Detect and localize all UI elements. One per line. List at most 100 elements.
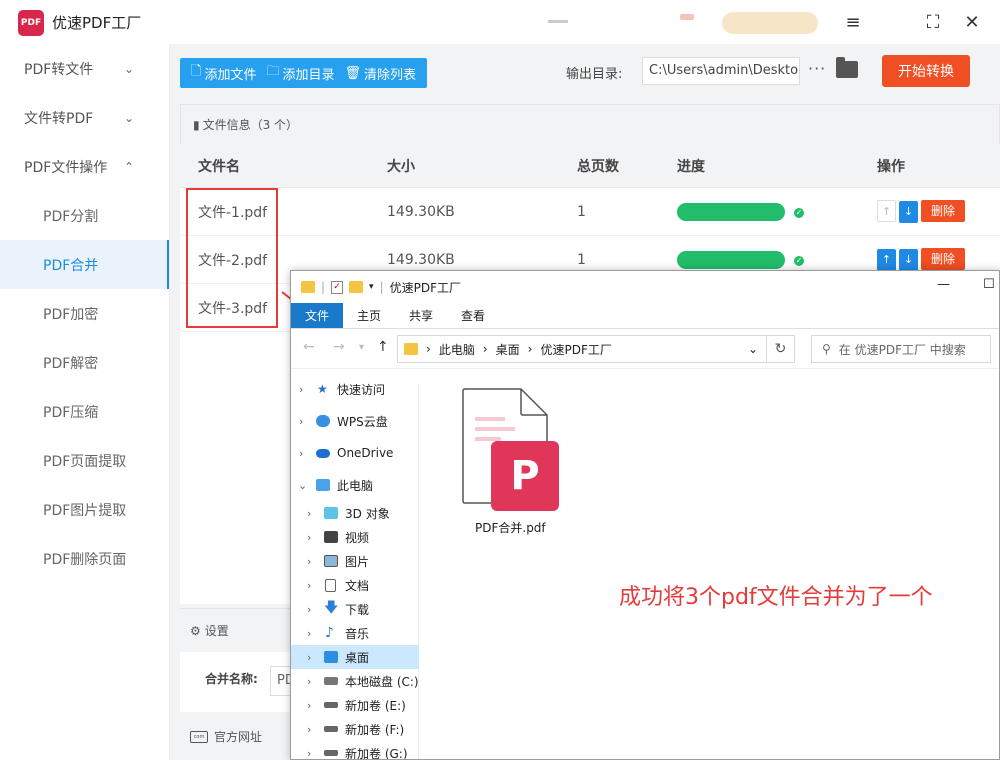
- history-dropdown-icon[interactable]: ▾: [359, 342, 364, 353]
- add-dir-label: 添加目录: [282, 67, 335, 83]
- merge-name-label: 合并名称:: [205, 672, 258, 686]
- column-header: 文件名: [198, 158, 240, 175]
- tree-item-3d-objects[interactable]: › 3D 对象: [291, 501, 419, 525]
- title-bar: PDF 优速PDF工厂 ≡ ⛶ ✕: [0, 0, 1000, 44]
- tree-item-drive-c[interactable]: › 本地磁盘 (C:): [291, 669, 419, 693]
- chevron-down-icon: ⌄: [124, 110, 135, 125]
- tree-item-label: 快速访问: [337, 382, 386, 397]
- sidebar-item-pdf-to-file[interactable]: PDF转文件 ⌄: [0, 44, 169, 93]
- breadcrumb-item[interactable]: 此电脑: [439, 341, 475, 358]
- sidebar-item-pdf-compress[interactable]: PDF压缩: [0, 387, 169, 436]
- tree-item-label: 下载: [345, 602, 370, 617]
- tree-item-desktop[interactable]: › 桌面: [291, 645, 419, 669]
- forward-icon[interactable]: →: [333, 339, 345, 355]
- tab-file[interactable]: 文件: [291, 303, 344, 328]
- sidebar-item-pdf-decrypt[interactable]: PDF解密: [0, 338, 169, 387]
- column-header: 进度: [677, 158, 705, 175]
- sidebar-item-pdf-split[interactable]: PDF分割: [0, 191, 169, 240]
- desktop-icon: [324, 651, 338, 663]
- sidebar-item-label: PDF压缩: [43, 404, 99, 421]
- breadcrumb-chevron-icon: ›: [426, 342, 431, 356]
- computer-icon: [316, 479, 330, 491]
- address-bar[interactable]: › 此电脑 › 桌面 › 优速PDF工厂 ⌄: [397, 335, 767, 363]
- breadcrumb-item[interactable]: 桌面: [496, 341, 520, 358]
- sidebar-item-pdf-merge[interactable]: PDF合并: [0, 240, 169, 289]
- add-file-button[interactable]: 🗋 添加文件: [186, 62, 261, 84]
- tree-item-documents[interactable]: › 文档: [291, 573, 419, 597]
- chevron-right-icon: ›: [307, 578, 312, 592]
- tree-item-onedrive[interactable]: › OneDrive: [291, 437, 419, 469]
- tree-item-pictures[interactable]: › 图片: [291, 549, 419, 573]
- close-icon[interactable]: ✕: [960, 10, 984, 34]
- delete-button[interactable]: 删除: [921, 248, 965, 270]
- dropdown-icon[interactable]: ▾: [369, 282, 374, 292]
- move-up-button[interactable]: ↑: [877, 200, 896, 222]
- pdf-file-item[interactable]: P: [459, 383, 559, 533]
- sidebar-item-pdf-encrypt[interactable]: PDF加密: [0, 289, 169, 338]
- properties-icon[interactable]: ✓: [331, 280, 344, 294]
- address-row: ← → ▾ ↑ › 此电脑 › 桌面 › 优速PDF工厂 ⌄ ↻ ⚲ 在 优速P…: [291, 329, 999, 369]
- search-input[interactable]: ⚲ 在 优速PDF工厂 中搜索: [811, 335, 991, 363]
- sidebar-item-pdf-image-extract[interactable]: PDF图片提取: [0, 485, 169, 534]
- tab-home[interactable]: 主页: [343, 303, 395, 328]
- tab-share[interactable]: 共享: [395, 303, 447, 328]
- chevron-right-icon: ›: [307, 554, 312, 568]
- blurred-element: [548, 20, 568, 23]
- sidebar-item-file-to-pdf[interactable]: 文件转PDF ⌄: [0, 93, 169, 142]
- tree-item-drive-e[interactable]: › 新加卷 (E:): [291, 693, 419, 717]
- video-icon: [324, 531, 338, 543]
- tree-item-downloads[interactable]: › 🡇 下载: [291, 597, 419, 621]
- explorer-window: | ✓ ▾ | 优速PDF工厂 — ☐ 文件 主页 共享 查看 ← → ▾ ↑ …: [290, 270, 1000, 760]
- refresh-icon[interactable]: ↻: [767, 335, 795, 363]
- address-dropdown-icon[interactable]: ⌄: [748, 342, 758, 356]
- tree-item-label: 音乐: [345, 626, 370, 641]
- sidebar-item-label: PDF合并: [43, 257, 99, 274]
- delete-button[interactable]: 删除: [921, 200, 965, 222]
- sidebar-item-pdf-operations[interactable]: PDF文件操作 ⌃: [0, 142, 169, 191]
- sidebar-item-label: PDF文件操作: [24, 159, 108, 176]
- official-site-link[interactable]: com 官方网址: [190, 728, 262, 745]
- sidebar-item-label: PDF页面提取: [43, 453, 127, 470]
- menu-icon[interactable]: ≡: [841, 10, 865, 34]
- maximize-icon[interactable]: ☐: [983, 277, 995, 292]
- search-placeholder: 在 优速PDF工厂 中搜索: [838, 342, 966, 357]
- tree-item-quick-access[interactable]: › ★ 快速访问: [291, 373, 419, 405]
- output-dir-input[interactable]: C:\Users\admin\Deskto: [642, 57, 800, 85]
- more-icon[interactable]: ···: [808, 59, 826, 78]
- navigation-tree: › ★ 快速访问 › WPS云盘 › OneDrive ⌄ 此电脑 › 3D 对象 › 视频 …: [291, 382, 419, 760]
- move-down-button[interactable]: ↓: [899, 201, 918, 223]
- tree-item-label: 视频: [345, 530, 370, 545]
- up-icon[interactable]: ↑: [377, 339, 389, 355]
- tree-item-videos[interactable]: › 视频: [291, 525, 419, 549]
- explorer-titlebar: | ✓ ▾ | 优速PDF工厂 — ☐: [291, 271, 999, 303]
- clear-list-button[interactable]: 🗑 清除列表: [340, 64, 422, 83]
- table-row[interactable]: 文件-1.pdf 149.30KB 1 ✓ ↑ ↓ 删除: [180, 188, 1000, 236]
- sidebar-item-label: PDF删除页面: [43, 551, 127, 568]
- progress-fill: [677, 251, 785, 269]
- start-convert-button[interactable]: 开始转换: [882, 55, 970, 87]
- file-size: 149.30KB: [387, 203, 455, 220]
- back-icon[interactable]: ←: [303, 339, 315, 355]
- sidebar-item-pdf-delete-page[interactable]: PDF删除页面: [0, 534, 169, 583]
- search-icon: ⚲: [822, 342, 831, 356]
- maximize-icon[interactable]: ⛶: [921, 10, 945, 34]
- breadcrumb-item[interactable]: 优速PDF工厂: [540, 341, 611, 358]
- check-icon: ✓: [794, 208, 804, 218]
- add-dir-button[interactable]: 🗀 添加目录: [261, 62, 339, 84]
- tree-item-music[interactable]: › ♪ 音乐: [291, 621, 419, 645]
- minimize-icon[interactable]: —: [937, 277, 950, 292]
- cube-icon: [324, 507, 338, 519]
- tree-item-drive-f[interactable]: › 新加卷 (F:): [291, 717, 419, 741]
- tree-item-drive-g[interactable]: › 新加卷 (G:): [291, 741, 419, 760]
- move-down-button[interactable]: ↓: [899, 249, 918, 271]
- new-folder-icon[interactable]: [349, 281, 364, 293]
- folder-icon[interactable]: [836, 57, 858, 78]
- tree-item-this-pc[interactable]: ⌄ 此电脑: [291, 469, 419, 501]
- document-icon: [325, 578, 336, 592]
- move-up-button[interactable]: ↑: [877, 249, 896, 271]
- blurred-element[interactable]: [722, 12, 818, 34]
- tab-view[interactable]: 查看: [447, 303, 499, 328]
- sidebar-item-pdf-page-extract[interactable]: PDF页面提取: [0, 436, 169, 485]
- tree-item-wps-cloud[interactable]: › WPS云盘: [291, 405, 419, 437]
- breadcrumb-chevron-icon: ›: [482, 342, 488, 356]
